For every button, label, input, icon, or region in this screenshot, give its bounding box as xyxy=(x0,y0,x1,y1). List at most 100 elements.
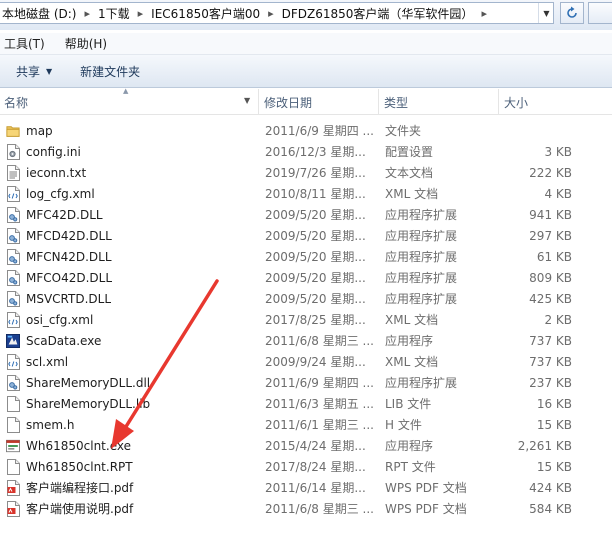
file-modified-date: 2009/9/24 星期... xyxy=(265,355,366,369)
blank-file-icon xyxy=(5,414,21,435)
file-type: LIB 文件 xyxy=(385,397,432,411)
file-modified-date: 2009/5/20 星期... xyxy=(265,208,366,222)
file-modified-date: 2011/6/9 星期四 ... xyxy=(265,376,374,390)
file-row[interactable]: MSVCRTD.DLL 2009/5/20 星期... 应用程序扩展 425 KB xyxy=(0,288,612,309)
address-history-dropdown[interactable]: ▼ xyxy=(538,3,554,23)
file-size: 2 KB xyxy=(544,312,572,327)
address-bar[interactable]: 本地磁盘 (D:) ▸ 1下载 ▸ IEC61850客户端00 ▸ DFDZ61… xyxy=(0,2,554,24)
file-row[interactable]: ieconn.txt 2019/7/26 星期... 文本文档 222 KB xyxy=(0,162,612,183)
dll-file-icon xyxy=(5,288,21,309)
xml-file-icon xyxy=(5,309,21,330)
file-name[interactable]: smem.h xyxy=(26,414,258,435)
file-name[interactable]: ShareMemoryDLL.dll xyxy=(26,372,258,393)
file-type: 应用程序扩展 xyxy=(385,250,458,264)
file-row[interactable]: 客户端使用说明.pdf 2011/6/8 星期三 ... WPS PDF 文档 584… xyxy=(0,498,612,519)
breadcrumb-current[interactable]: DFDZ61850客户端（华军软件园） xyxy=(279,5,477,22)
file-size: 737 KB xyxy=(529,333,572,348)
file-row[interactable]: osi_cfg.xml 2017/8/25 星期... XML 文档 2 KB xyxy=(0,309,612,330)
xml-file-icon xyxy=(5,183,21,204)
file-name[interactable]: MFCO42D.DLL xyxy=(26,267,258,288)
file-row[interactable]: MFCD42D.DLL 2009/5/20 星期... 应用程序扩展 297 KB xyxy=(0,225,612,246)
file-name[interactable]: map xyxy=(26,120,258,141)
file-row[interactable]: MFCO42D.DLL 2009/5/20 星期... 应用程序扩展 809 KB xyxy=(0,267,612,288)
chevron-down-icon[interactable]: ▼ xyxy=(244,96,250,105)
file-row[interactable]: ShareMemoryDLL.dll 2011/6/9 星期四 ... 应用程序扩展… xyxy=(0,372,612,393)
chevron-down-icon: ▼ xyxy=(46,66,53,76)
column-header-date[interactable]: 修改日期 xyxy=(260,89,379,115)
file-type: RPT 文件 xyxy=(385,460,436,474)
search-box-edge[interactable] xyxy=(588,2,612,24)
file-row[interactable]: Wh61850clnt.RPT 2017/8/24 星期... RPT 文件 15 K… xyxy=(0,456,612,477)
file-size: 2,261 KB xyxy=(517,438,572,453)
file-modified-date: 2009/5/20 星期... xyxy=(265,271,366,285)
file-row[interactable]: log_cfg.xml 2010/8/11 星期... XML 文档 4 KB xyxy=(0,183,612,204)
file-name[interactable]: MFCN42D.DLL xyxy=(26,246,258,267)
file-name[interactable]: 客户端使用说明.pdf xyxy=(26,498,258,519)
file-modified-date: 2011/6/1 星期三 ... xyxy=(265,418,374,432)
file-name[interactable]: ieconn.txt xyxy=(26,162,258,183)
breadcrumb-separator-icon[interactable]: ▸ xyxy=(133,7,149,20)
breadcrumb-separator-icon[interactable]: ▸ xyxy=(79,7,95,20)
file-size: 222 KB xyxy=(529,165,572,180)
file-name[interactable]: ScaData.exe xyxy=(26,330,258,351)
file-name[interactable]: ShareMemoryDLL.lib xyxy=(26,393,258,414)
file-size: 61 KB xyxy=(536,249,572,264)
file-row[interactable]: config.ini 2016/12/3 星期... 配置设置 3 KB xyxy=(0,141,612,162)
xml-file-icon xyxy=(5,351,21,372)
file-size: 737 KB xyxy=(529,354,572,369)
file-type: 应用程序扩展 xyxy=(385,376,458,390)
file-size: 425 KB xyxy=(529,291,572,306)
menu-tools[interactable]: 工具(T) xyxy=(0,35,53,52)
file-row[interactable]: ShareMemoryDLL.lib 2011/6/3 星期五 ... LIB 文件… xyxy=(0,393,612,414)
file-row[interactable]: Wh61850clnt.exe 2015/4/24 星期... 应用程序 2,261 … xyxy=(0,435,612,456)
file-size: 3 KB xyxy=(544,144,572,159)
file-list: map 2011/6/9 星期四 ... 文件夹 config.ini 2016/12/… xyxy=(0,120,612,519)
breadcrumb-drive[interactable]: 本地磁盘 (D:) xyxy=(0,5,79,22)
file-type: XML 文档 xyxy=(385,187,439,201)
file-name[interactable]: scl.xml xyxy=(26,351,258,372)
file-row[interactable]: map 2011/6/9 星期四 ... 文件夹 xyxy=(0,120,612,141)
file-name[interactable]: config.ini xyxy=(26,141,258,162)
refresh-button[interactable] xyxy=(560,2,584,24)
file-row[interactable]: smem.h 2011/6/1 星期三 ... H 文件 15 KB xyxy=(0,414,612,435)
file-name[interactable]: Wh61850clnt.exe xyxy=(26,435,258,456)
file-type: WPS PDF 文档 xyxy=(385,481,467,495)
file-type: 应用程序 xyxy=(385,334,434,348)
breadcrumb-iec[interactable]: IEC61850客户端00 xyxy=(148,5,263,22)
file-name[interactable]: MFCD42D.DLL xyxy=(26,225,258,246)
file-row[interactable]: scl.xml 2009/9/24 星期... XML 文档 737 KB xyxy=(0,351,612,372)
file-name[interactable]: log_cfg.xml xyxy=(26,183,258,204)
file-size xyxy=(500,120,572,141)
breadcrumb-download[interactable]: 1下载 xyxy=(95,5,133,22)
file-row[interactable]: ScaData.exe 2011/6/8 星期三 ... 应用程序 737 KB xyxy=(0,330,612,351)
breadcrumb-separator-icon[interactable]: ▸ xyxy=(263,7,279,20)
dll-file-icon xyxy=(5,372,21,393)
exe-window-icon xyxy=(5,435,21,456)
file-name[interactable]: MFC42D.DLL xyxy=(26,204,258,225)
file-type: 应用程序扩展 xyxy=(385,229,458,243)
file-row[interactable]: MFCN42D.DLL 2009/5/20 星期... 应用程序扩展 61 KB xyxy=(0,246,612,267)
file-modified-date: 2011/6/8 星期三 ... xyxy=(265,334,374,348)
file-name[interactable]: osi_cfg.xml xyxy=(26,309,258,330)
file-size: 237 KB xyxy=(529,375,572,390)
column-header-size[interactable]: 大小 xyxy=(500,89,612,115)
column-header-type[interactable]: 类型 xyxy=(380,89,499,115)
menu-help[interactable]: 帮助(H) xyxy=(61,35,115,52)
column-header-name[interactable]: 名称 ▲ ▼ xyxy=(0,87,259,115)
pdf-file-icon xyxy=(5,477,21,498)
file-size: 297 KB xyxy=(529,228,572,243)
file-row[interactable]: MFC42D.DLL 2009/5/20 星期... 应用程序扩展 941 KB xyxy=(0,204,612,225)
share-button[interactable]: 共享 ▼ xyxy=(0,63,62,80)
new-folder-button[interactable]: 新建文件夹 xyxy=(70,63,150,80)
breadcrumb-separator-icon[interactable]: ▸ xyxy=(476,7,492,20)
blank-file-icon xyxy=(5,456,21,477)
file-size: 584 KB xyxy=(529,501,572,516)
file-row[interactable]: 客户端编程接口.pdf 2011/6/14 星期... WPS PDF 文档 424 … xyxy=(0,477,612,498)
file-name[interactable]: Wh61850clnt.RPT xyxy=(26,456,258,477)
file-size: 16 KB xyxy=(536,396,572,411)
file-type: 文本文档 xyxy=(385,166,434,180)
column-header-row: 名称 ▲ ▼ 修改日期 类型 大小 xyxy=(0,87,612,115)
file-name[interactable]: 客户端编程接口.pdf xyxy=(26,477,258,498)
dll-file-icon xyxy=(5,267,21,288)
file-name[interactable]: MSVCRTD.DLL xyxy=(26,288,258,309)
